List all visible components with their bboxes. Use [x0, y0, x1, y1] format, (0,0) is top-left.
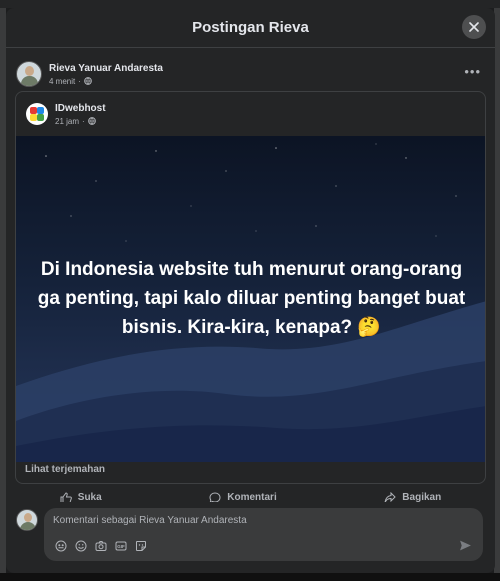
comment-icon [209, 492, 221, 502]
author-avatar[interactable] [16, 61, 42, 87]
share-button[interactable]: Bagikan [384, 490, 441, 502]
sticker-icon[interactable] [134, 539, 147, 552]
see-translation-link[interactable]: Lihat terjemahan [25, 464, 105, 475]
comment-tools: GIF [54, 539, 147, 552]
globe-icon [87, 117, 96, 125]
globe-icon [84, 77, 92, 85]
share-icon [384, 492, 397, 502]
shared-page-name[interactable]: IDwebhost [55, 103, 106, 114]
post-actions-bar: Suka Komentari Bagikan [6, 490, 495, 502]
shared-post[interactable]: IDwebhost 21 jam · Di Indonesia website … [15, 91, 486, 484]
comment-input[interactable]: Komentari sebagai Rieva Yanuar Andaresta… [44, 508, 483, 561]
comment-button[interactable]: Komentari [209, 490, 277, 502]
dialog-title: Postingan Rieva [192, 19, 309, 36]
camera-icon[interactable] [94, 539, 107, 552]
like-icon [60, 492, 72, 502]
backdrop-bottom-strip [0, 573, 500, 581]
post-time[interactable]: 4 menit [49, 77, 75, 86]
shared-time-separator: · [82, 116, 85, 126]
svg-text:GIF: GIF [117, 544, 125, 549]
more-options-icon[interactable]: ••• [464, 65, 481, 78]
image-caption-text: Di Indonesia website tuh menurut orang-o… [37, 259, 466, 338]
comment-composer: Komentari sebagai Rieva Yanuar Andaresta… [16, 508, 486, 564]
idwebhost-logo[interactable] [26, 103, 48, 125]
time-separator: · [78, 76, 81, 86]
dialog-header: Postingan Rieva [6, 8, 495, 48]
close-button[interactable] [462, 15, 486, 39]
like-button[interactable]: Suka [60, 490, 102, 502]
backdrop-top-strip [0, 0, 500, 8]
shared-post-header: IDwebhost 21 jam · [16, 92, 485, 136]
post-image[interactable]: Di Indonesia website tuh menurut orang-o… [16, 136, 485, 462]
post-dialog: Postingan Rieva Rieva Yanuar Andaresta 4… [6, 8, 495, 573]
comment-label: Komentari [227, 492, 277, 502]
author-name[interactable]: Rieva Yanuar Andaresta [49, 63, 163, 74]
avatar-sticker-icon[interactable] [54, 539, 67, 552]
close-icon [469, 22, 479, 32]
shared-post-time[interactable]: 21 jam [55, 117, 79, 126]
post-header: Rieva Yanuar Andaresta 4 menit · ••• [6, 55, 495, 93]
emoji-icon[interactable] [74, 539, 87, 552]
comment-placeholder: Komentari sebagai Rieva Yanuar Andaresta [53, 515, 247, 526]
share-label: Bagikan [402, 492, 442, 502]
like-label: Suka [77, 492, 102, 502]
gif-icon[interactable]: GIF [114, 539, 127, 552]
commenter-avatar[interactable] [16, 509, 38, 531]
send-icon[interactable] [459, 539, 472, 552]
